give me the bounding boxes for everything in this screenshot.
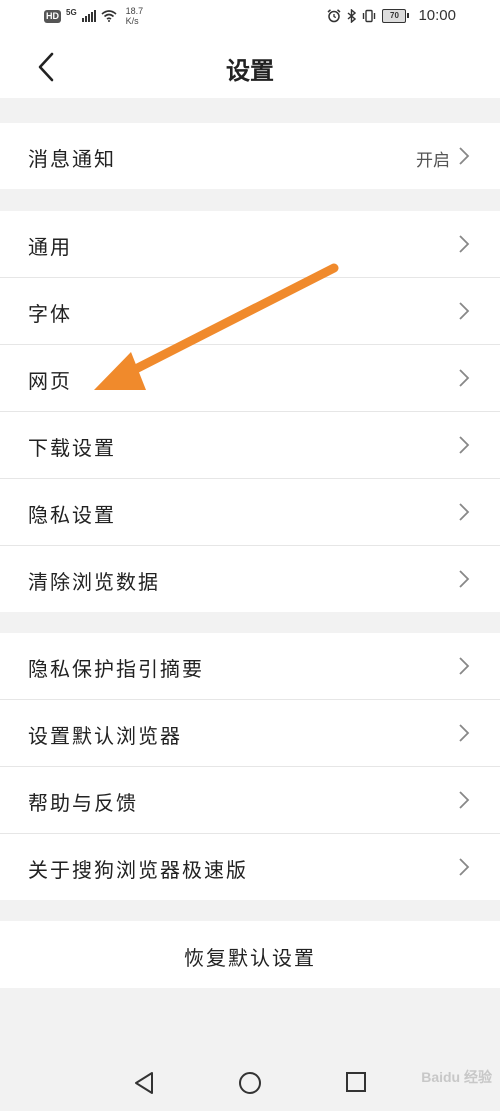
settings-row-general[interactable]: 通用 bbox=[0, 211, 500, 278]
system-nav-bar: Baidu 经验 bbox=[0, 1055, 500, 1111]
status-right: 70 10:00 bbox=[327, 7, 456, 24]
row-label: 隐私设置 bbox=[28, 503, 116, 527]
status-bar: HD 5G 18.7 K/s 70 10:00 bbox=[0, 0, 500, 34]
reset-defaults-button[interactable]: 恢复默认设置 bbox=[0, 921, 500, 988]
network-speed: 18.7 K/s bbox=[126, 6, 144, 26]
chevron-right-icon bbox=[459, 503, 470, 521]
chevron-right-icon bbox=[459, 791, 470, 809]
settings-row-download[interactable]: 下载设置 bbox=[0, 412, 500, 479]
row-label: 字体 bbox=[28, 302, 72, 326]
row-label: 下载设置 bbox=[28, 436, 116, 460]
row-label: 消息通知 bbox=[28, 147, 116, 171]
settings-row-notifications[interactable]: 消息通知 开启 bbox=[0, 123, 500, 189]
alarm-icon bbox=[327, 8, 341, 22]
row-label: 通用 bbox=[28, 235, 72, 259]
settings-row-privacy-guide[interactable]: 隐私保护指引摘要 bbox=[0, 633, 500, 700]
chevron-right-icon bbox=[459, 302, 470, 320]
nav-home-icon[interactable] bbox=[238, 1071, 262, 1095]
chevron-right-icon bbox=[459, 436, 470, 454]
speed-value: 18.7 bbox=[125, 6, 144, 16]
chevron-right-icon bbox=[459, 858, 470, 876]
row-label: 网页 bbox=[28, 369, 72, 393]
app-header: 设置 bbox=[0, 34, 500, 98]
settings-row-font[interactable]: 字体 bbox=[0, 278, 500, 345]
settings-row-default-browser[interactable]: 设置默认浏览器 bbox=[0, 700, 500, 767]
reset-defaults-label: 恢复默认设置 bbox=[184, 946, 316, 970]
network-type: 5G bbox=[66, 7, 77, 17]
row-label: 帮助与反馈 bbox=[28, 791, 138, 815]
settings-row-privacy[interactable]: 隐私设置 bbox=[0, 479, 500, 546]
settings-group-general: 通用 字体 网页 下载设置 隐私设置 清除浏览数据 bbox=[0, 211, 500, 612]
clock: 10:00 bbox=[418, 7, 456, 24]
row-label: 关于搜狗浏览器极速版 bbox=[28, 858, 248, 882]
settings-row-help[interactable]: 帮助与反馈 bbox=[0, 767, 500, 834]
signal-icon bbox=[81, 10, 96, 22]
chevron-right-icon bbox=[459, 369, 470, 387]
nav-back-icon[interactable] bbox=[133, 1071, 155, 1095]
settings-row-about[interactable]: 关于搜狗浏览器极速版 bbox=[0, 834, 500, 900]
chevron-right-icon bbox=[459, 657, 470, 675]
row-label: 隐私保护指引摘要 bbox=[28, 657, 204, 681]
settings-row-webpage[interactable]: 网页 bbox=[0, 345, 500, 412]
chevron-right-icon bbox=[459, 570, 470, 588]
settings-group-about: 隐私保护指引摘要 设置默认浏览器 帮助与反馈 关于搜狗浏览器极速版 bbox=[0, 633, 500, 900]
battery-icon: 70 bbox=[382, 8, 410, 23]
settings-group-notifications: 消息通知 开启 bbox=[0, 123, 500, 189]
chevron-right-icon bbox=[459, 147, 470, 165]
row-value: 开启 bbox=[416, 151, 450, 171]
page-title: 设置 bbox=[226, 57, 274, 85]
settings-row-clear-data[interactable]: 清除浏览数据 bbox=[0, 546, 500, 612]
hd-badge: HD bbox=[44, 9, 61, 23]
chevron-right-icon bbox=[459, 724, 470, 742]
vibrate-icon bbox=[363, 9, 376, 22]
status-left: HD 5G 18.7 K/s bbox=[44, 6, 143, 26]
row-label: 设置默认浏览器 bbox=[28, 724, 182, 748]
bluetooth-icon bbox=[347, 8, 357, 23]
chevron-right-icon bbox=[459, 235, 470, 253]
nav-recents-icon[interactable] bbox=[345, 1071, 367, 1093]
row-label: 清除浏览数据 bbox=[28, 570, 160, 594]
watermark: Baidu 经验 bbox=[421, 1069, 492, 1085]
wifi-icon bbox=[101, 10, 117, 22]
speed-unit: K/s bbox=[125, 16, 139, 26]
